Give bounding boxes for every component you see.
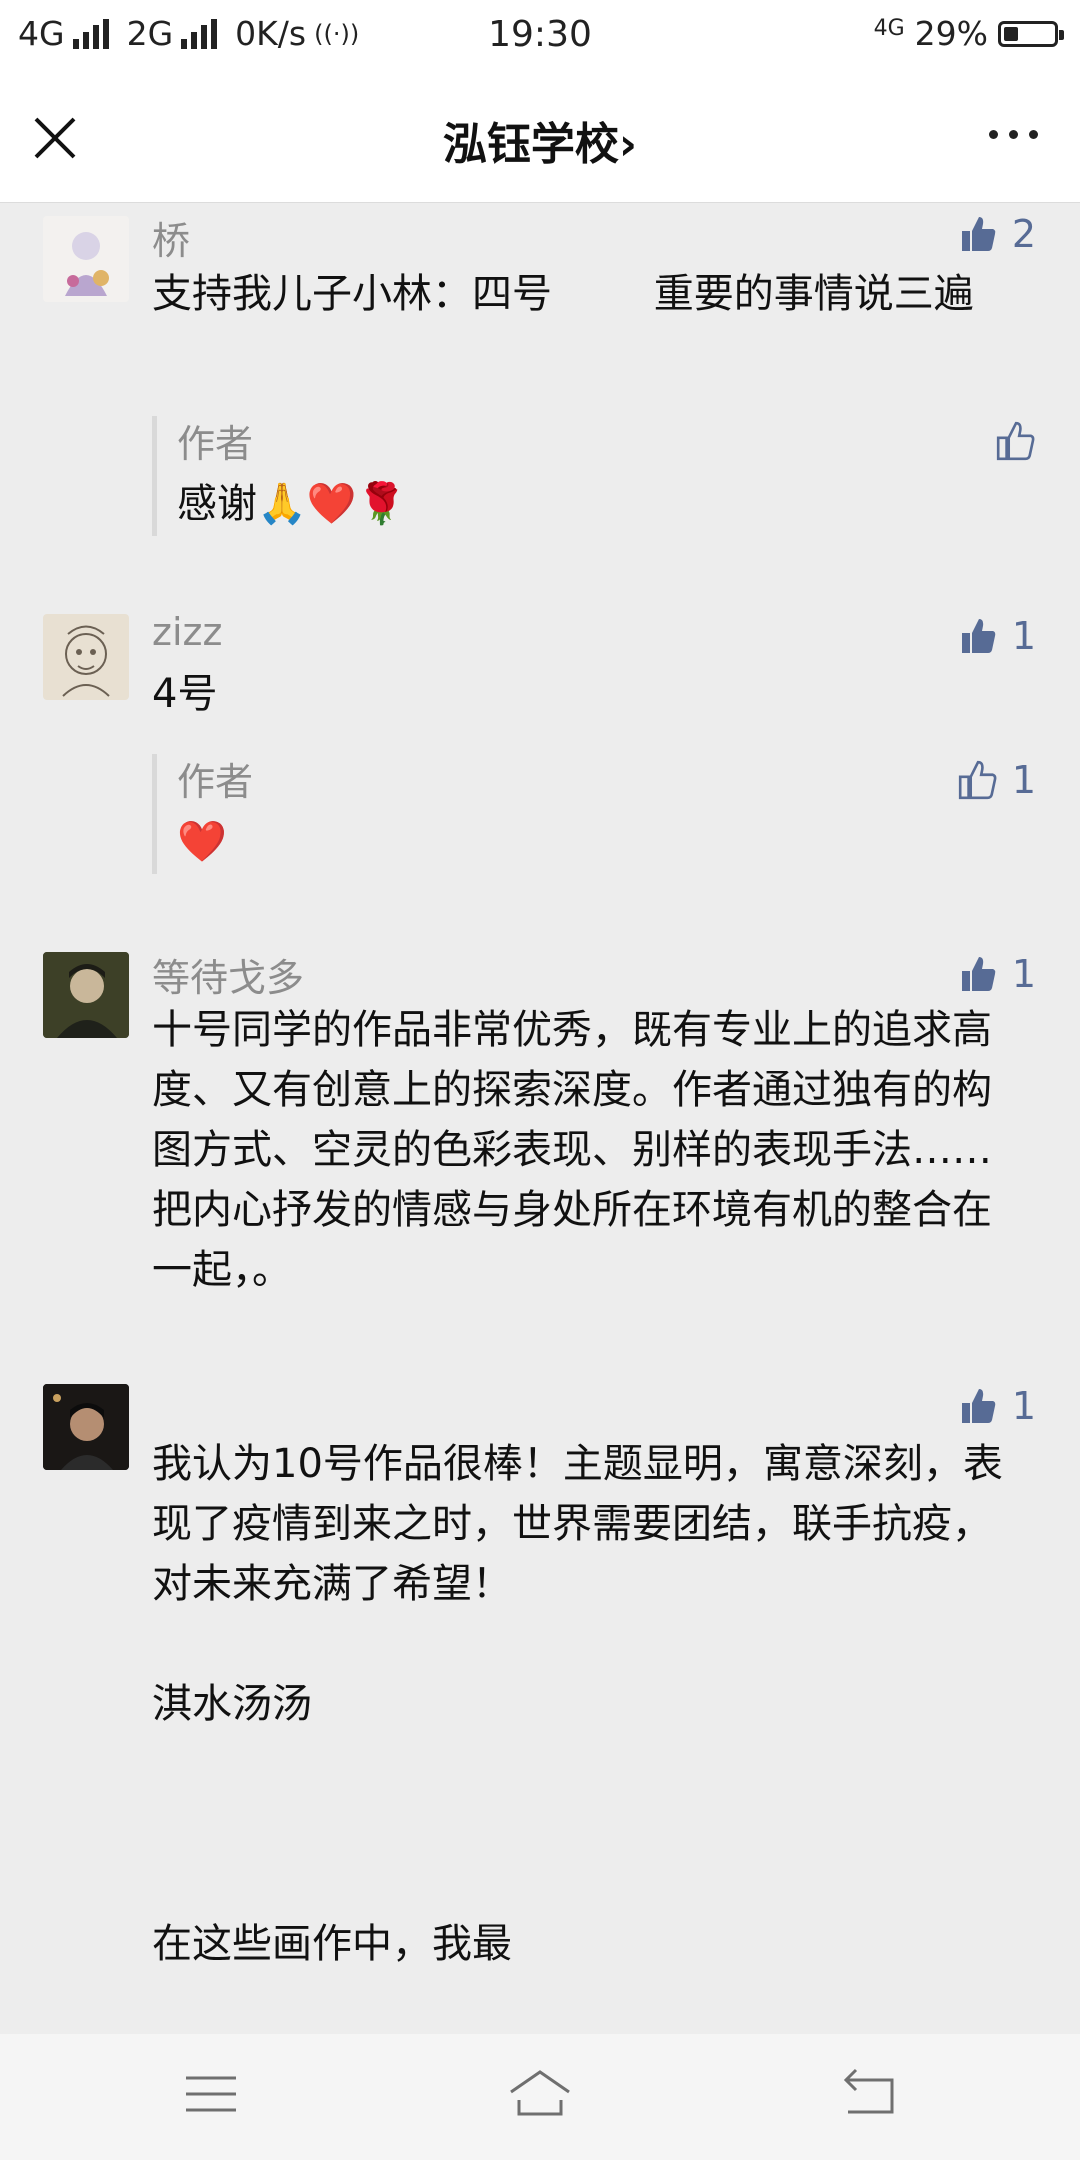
thumbs-up-icon (961, 619, 996, 653)
comment-author: zizz (152, 610, 223, 654)
like-count: 1 (1011, 952, 1036, 996)
comment-list: 桥 2 支持我儿子小林：四号 重要的事情说三遍 作者 感谢🙏❤️🌹 zizz 1… (0, 202, 1080, 2034)
chevron-right-icon: › (618, 119, 638, 170)
more-icon[interactable] (989, 130, 1038, 139)
comment-text: 我认为10号作品很棒！主题显明，寓意深刻，表现了疫情到来之时，世界需要团结，联手… (152, 1441, 1003, 1607)
system-nav-bar (0, 2034, 1080, 2160)
battery-icon (998, 20, 1064, 47)
reply-like-button[interactable] (994, 420, 1036, 462)
home-icon[interactable] (505, 2064, 575, 2124)
comment-text-signature: 淇水汤汤 (152, 1681, 312, 1727)
thumbs-up-outline-icon (958, 760, 997, 800)
status-right: 4G 29% (873, 14, 1064, 53)
thumbs-up-icon (961, 217, 996, 251)
back-icon[interactable] (834, 2064, 904, 2124)
like-count: 1 (1011, 614, 1036, 658)
comment-text: 支持我儿子小林：四号 重要的事情说三遍 (152, 271, 974, 317)
like-button[interactable]: 1 (958, 614, 1036, 658)
thumbs-up-icon (961, 957, 996, 991)
comment-text: 4号 (152, 671, 218, 717)
avatar[interactable] (43, 1384, 129, 1470)
like-button[interactable]: 1 (958, 1384, 1036, 1428)
author-reply: 作者 ❤️ (152, 754, 1032, 874)
title-text: 泓钰学校 (442, 119, 619, 170)
reply-author: 作者 (177, 760, 254, 804)
reply-like-button[interactable]: 1 (956, 758, 1036, 802)
like-count: 1 (1011, 1384, 1036, 1428)
avatar[interactable] (43, 952, 129, 1038)
thumbs-up-outline-icon (996, 421, 1035, 461)
network-right: 4G (873, 16, 905, 41)
avatar[interactable] (43, 216, 129, 302)
status-bar: 4G 2G 0K/s ((·)) 19:30 4G 29% (0, 0, 1080, 72)
comment-author: 桥 (152, 219, 191, 263)
page-title[interactable]: 泓钰学校› (0, 108, 1080, 172)
reply-like-count: 1 (1011, 758, 1036, 802)
reply-author: 作者 (177, 422, 254, 466)
author-reply: 作者 感谢🙏❤️🌹 (152, 416, 1032, 536)
comment-text: 十号同学的作品非常优秀，既有专业上的追求高度、又有创意上的探索深度。作者通过独有… (152, 1007, 992, 1293)
thumbs-up-icon (961, 1389, 996, 1423)
like-count: 2 (1011, 212, 1036, 256)
reply-text: 感谢🙏❤️🌹 (177, 481, 407, 527)
avatar[interactable] (43, 614, 129, 700)
menu-icon[interactable] (176, 2064, 246, 2124)
like-button[interactable]: 2 (958, 212, 1036, 256)
like-button[interactable]: 1 (958, 952, 1036, 996)
comment-author: 等待戈多 (152, 956, 305, 1000)
nav-bar: 泓钰学校› (0, 72, 1080, 203)
comment-text-continued: 在这些画作中，我最 (152, 1921, 512, 1967)
battery-text: 29% (914, 14, 988, 53)
reply-text: ❤️ (177, 819, 227, 865)
